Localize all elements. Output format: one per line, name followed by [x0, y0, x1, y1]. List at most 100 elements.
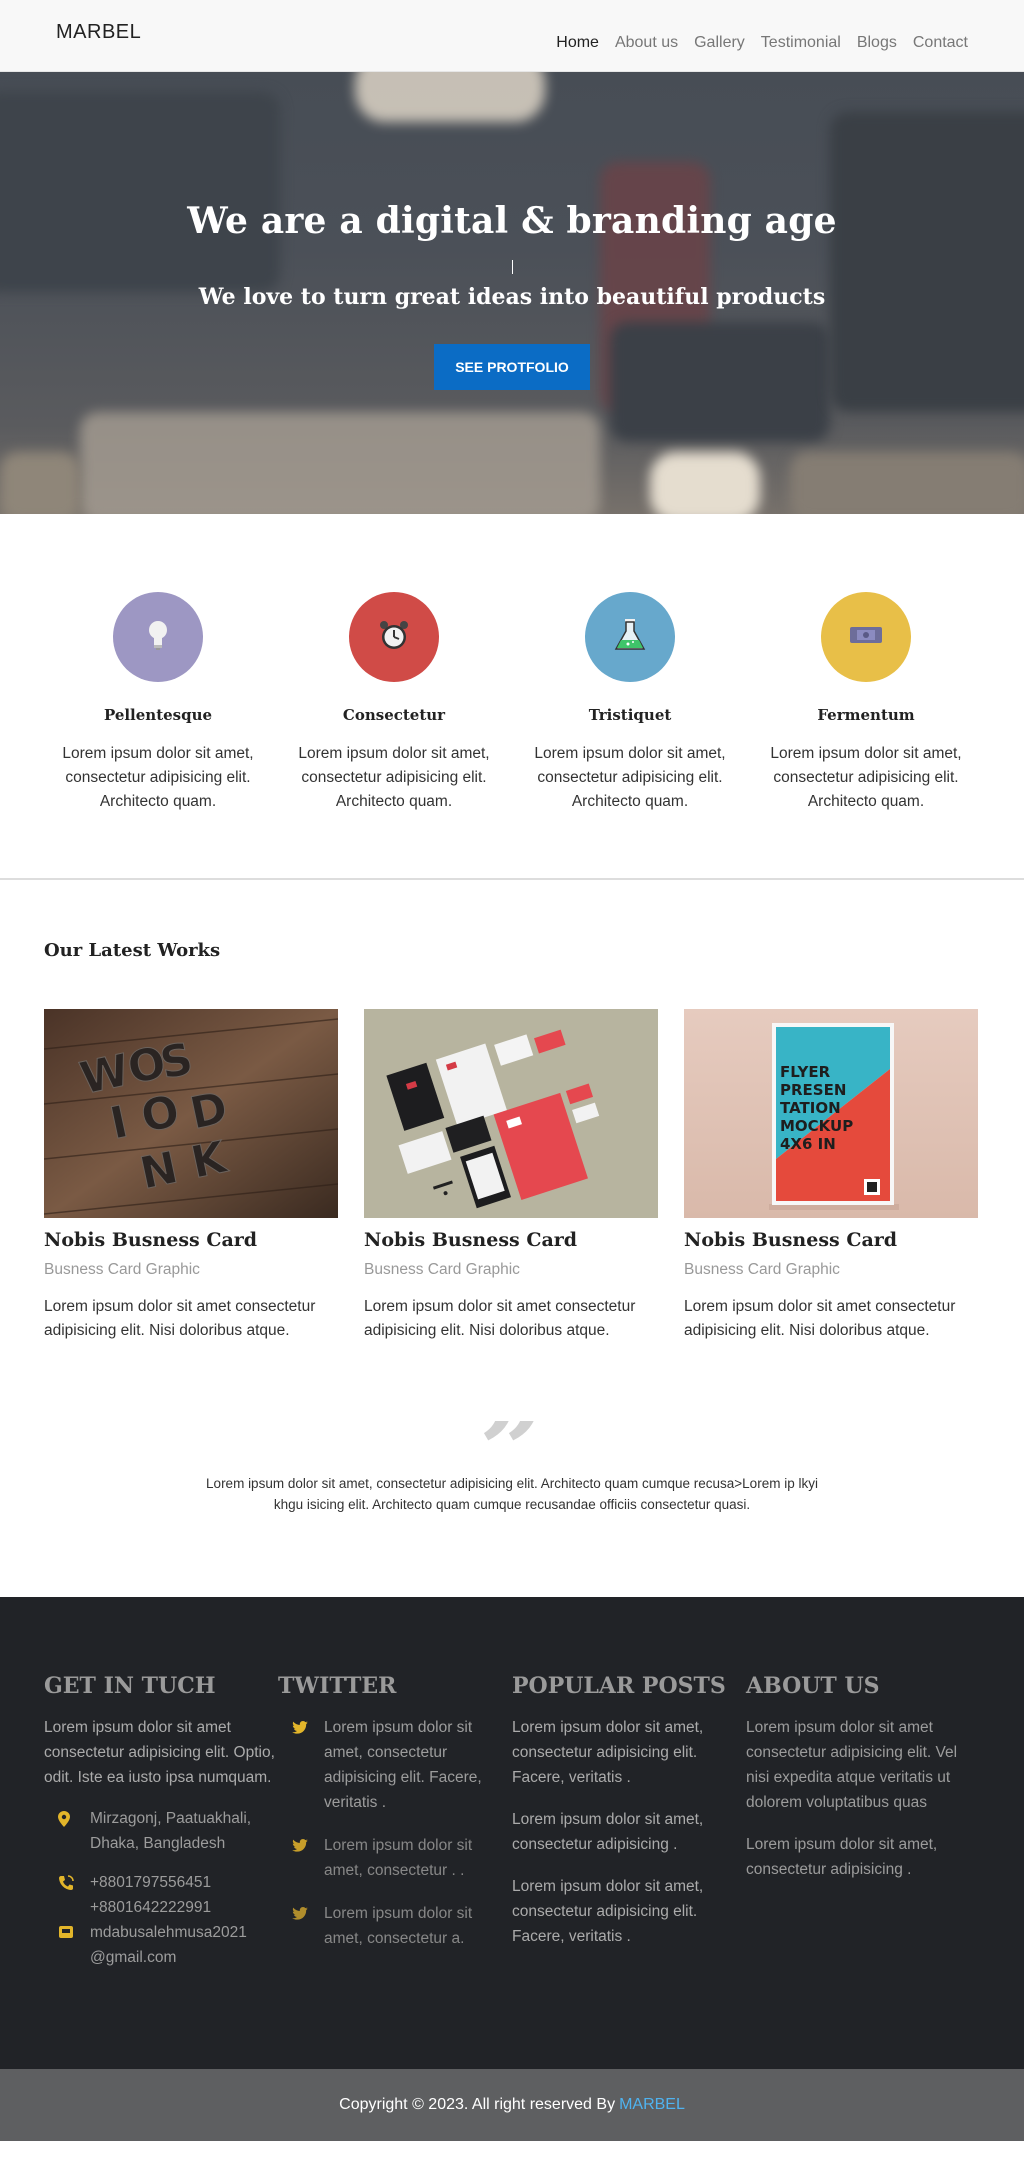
work-card-subtitle: Busness Card Graphic	[684, 1261, 840, 1278]
footer-about-column: ABOUT US Lorem ipsum dolor sit amet cons…	[746, 1673, 980, 2069]
flask-icon	[614, 618, 646, 657]
feature-icon-circle	[113, 592, 203, 682]
footer-contact-column: GET IN TUCH Lorem ipsum dolor sit amet c…	[44, 1673, 278, 2069]
footer: GET IN TUCH Lorem ipsum dolor sit amet c…	[0, 1597, 1024, 2069]
popular-post-link[interactable]: Lorem ipsum dolor sit amet, consectetur …	[512, 1807, 746, 1857]
footer-posts-column: POPULAR POSTS Lorem ipsum dolor sit amet…	[512, 1673, 746, 2069]
testimonial-text: Lorem ipsum dolor sit amet, consectetur …	[206, 1476, 818, 1512]
features-section: Pellentesque Lorem ipsum dolor sit amet,…	[0, 514, 1024, 880]
feature-title: Pellentesque	[103, 706, 213, 724]
work-card-subtitle: Busness Card Graphic	[44, 1261, 200, 1278]
work-card-title: Nobis Busness Card	[364, 1229, 578, 1251]
svg-text:TATION: TATION	[780, 1099, 841, 1117]
address-row: Mirzagonj, Paatuakhali, Dhaka, Banglades…	[44, 1806, 278, 1856]
popular-post-link[interactable]: Lorem ipsum dolor sit amet, consectetur …	[512, 1715, 746, 1790]
nav-testimonial[interactable]: Testimonial	[761, 34, 841, 52]
footer-twitter-column: TWITTER Lorem ipsum dolor sit amet, cons…	[278, 1673, 512, 2069]
work-card-title: Nobis Busness Card	[684, 1229, 898, 1251]
section-title: Our Latest Works	[44, 940, 221, 961]
hero-banner: We are a digital & branding age We love …	[0, 72, 1024, 514]
work-card-subtitle: Busness Card Graphic	[364, 1261, 520, 1278]
flyer-mockup-image: FLYER PRESEN TATION MOCKUP 4X6 IN	[684, 1009, 978, 1218]
latest-works-section: Our Latest Works WO S I O D N K Nobis Bu…	[0, 880, 1024, 1383]
stationery-mockup-image	[364, 1009, 658, 1218]
hero-subtitle: We love to turn great ideas into beautif…	[198, 284, 826, 310]
tweet-item: Lorem ipsum dolor sit amet, consectetur …	[278, 1833, 512, 1883]
hero-divider	[511, 260, 513, 274]
copyright-text: Copyright © 2023. All right reserved By	[339, 2096, 616, 2113]
footer-heading: GET IN TUCH	[44, 1673, 216, 1699]
work-card[interactable]: FLYER PRESEN TATION MOCKUP 4X6 IN Nobis …	[684, 1009, 978, 1343]
twitter-bird-icon	[278, 1901, 308, 1951]
brand-logo[interactable]: MARBEL	[56, 21, 141, 44]
email-row: mdabusalehmusa2021 @gmail.com	[44, 1920, 278, 1970]
copyright-bar: Copyright © 2023. All right reserved By …	[0, 2069, 1024, 2141]
address-text: Mirzagonj, Paatuakhali, Dhaka, Banglades…	[90, 1810, 252, 1852]
feature-text: Lorem ipsum dolor sit amet, consectetur …	[534, 745, 726, 810]
footer-heading: TWITTER	[278, 1673, 397, 1699]
feature-item: Consectetur Lorem ipsum dolor sit amet, …	[276, 592, 512, 818]
work-card[interactable]: WO S I O D N K Nobis Busness Card Busnes…	[44, 1009, 338, 1343]
ticket-icon	[849, 624, 883, 651]
hero-content: We are a digital & branding age We love …	[0, 200, 1024, 390]
hero-title: We are a digital & branding age	[187, 200, 837, 242]
about-text: Lorem ipsum dolor sit amet consectetur a…	[746, 1719, 958, 1811]
feature-icon-circle	[349, 592, 439, 682]
tweet-item: Lorem ipsum dolor sit amet, consectetur …	[278, 1715, 512, 1815]
work-card-text: Lorem ipsum dolor sit amet consectetur a…	[364, 1298, 636, 1339]
tweet-item: Lorem ipsum dolor sit amet, consectetur …	[278, 1901, 512, 1951]
works-cards: WO S I O D N K Nobis Busness Card Busnes…	[44, 1009, 980, 1343]
phone-number-1[interactable]: +8801797556451	[90, 1874, 211, 1891]
tweet-text: Lorem ipsum dolor sit amet, consectetur …	[324, 1837, 473, 1879]
footer-contact-text: Lorem ipsum dolor sit amet consectetur a…	[44, 1719, 275, 1786]
see-portfolio-button[interactable]: SEE PROTFOLIO	[434, 344, 590, 390]
feature-text: Lorem ipsum dolor sit amet, consectetur …	[62, 745, 254, 810]
work-card[interactable]: Nobis Busness Card Busness Card Graphic …	[364, 1009, 658, 1343]
nav-menu: Home About us Gallery Testimonial Blogs …	[556, 34, 968, 52]
feature-icon-circle	[821, 592, 911, 682]
quote-mark-icon: ”	[0, 1421, 1024, 1473]
feature-text: Lorem ipsum dolor sit amet, consectetur …	[770, 745, 962, 810]
svg-text:4X6 IN: 4X6 IN	[780, 1135, 836, 1153]
tweet-text: Lorem ipsum dolor sit amet, consectetur …	[324, 1905, 473, 1947]
work-card-text: Lorem ipsum dolor sit amet consectetur a…	[684, 1298, 956, 1339]
nav-gallery[interactable]: Gallery	[694, 34, 745, 52]
svg-text:MOCKUP: MOCKUP	[780, 1117, 853, 1135]
phone-numbers: +8801797556451 +8801642222991	[90, 1870, 211, 1920]
feature-item: Tristiquet Lorem ipsum dolor sit amet, c…	[512, 592, 748, 818]
twitter-bird-icon	[278, 1833, 308, 1883]
feature-icon-circle	[585, 592, 675, 682]
testimonial-section: ” Lorem ipsum dolor sit amet, consectetu…	[0, 1383, 1024, 1597]
lightbulb-icon	[143, 618, 173, 657]
copyright-brand-link[interactable]: MARBEL	[619, 2096, 685, 2114]
footer-heading: ABOUT US	[746, 1673, 880, 1699]
map-pin-icon	[44, 1806, 78, 1856]
feature-text: Lorem ipsum dolor sit amet, consectetur …	[298, 745, 490, 810]
popular-post-link[interactable]: Lorem ipsum dolor sit amet, consectetur …	[512, 1874, 746, 1949]
footer-heading: POPULAR POSTS	[512, 1673, 726, 1699]
twitter-bird-icon	[278, 1715, 308, 1815]
phone-icon	[44, 1870, 78, 1920]
envelope-icon	[44, 1920, 78, 1970]
svg-text:FLYER: FLYER	[780, 1063, 831, 1081]
work-card-title: Nobis Busness Card	[44, 1229, 258, 1251]
feature-item: Pellentesque Lorem ipsum dolor sit amet,…	[40, 592, 276, 818]
alarm-clock-icon	[378, 619, 410, 656]
nav-contact[interactable]: Contact	[913, 34, 968, 52]
phone-row: +8801797556451 +8801642222991	[44, 1870, 278, 1920]
feature-title: Fermentum	[817, 706, 915, 724]
feature-title: Consectetur	[342, 706, 446, 724]
feature-item: Fermentum Lorem ipsum dolor sit amet, co…	[748, 592, 984, 818]
nav-home[interactable]: Home	[556, 34, 599, 52]
navbar: MARBEL Home About us Gallery Testimonial…	[0, 0, 1024, 72]
nav-about-us[interactable]: About us	[615, 34, 678, 52]
tweet-text: Lorem ipsum dolor sit amet, consectetur …	[324, 1719, 482, 1811]
email-text[interactable]: mdabusalehmusa2021 @gmail.com	[90, 1920, 278, 1970]
wood-letters-image: WO S I O D N K	[44, 1009, 338, 1218]
svg-text:PRESEN: PRESEN	[780, 1081, 846, 1099]
about-text: Lorem ipsum dolor sit amet, consectetur …	[746, 1836, 938, 1878]
feature-title: Tristiquet	[588, 706, 672, 724]
work-card-text: Lorem ipsum dolor sit amet consectetur a…	[44, 1298, 316, 1339]
phone-number-2[interactable]: +8801642222991	[90, 1899, 211, 1916]
nav-blogs[interactable]: Blogs	[857, 34, 897, 52]
